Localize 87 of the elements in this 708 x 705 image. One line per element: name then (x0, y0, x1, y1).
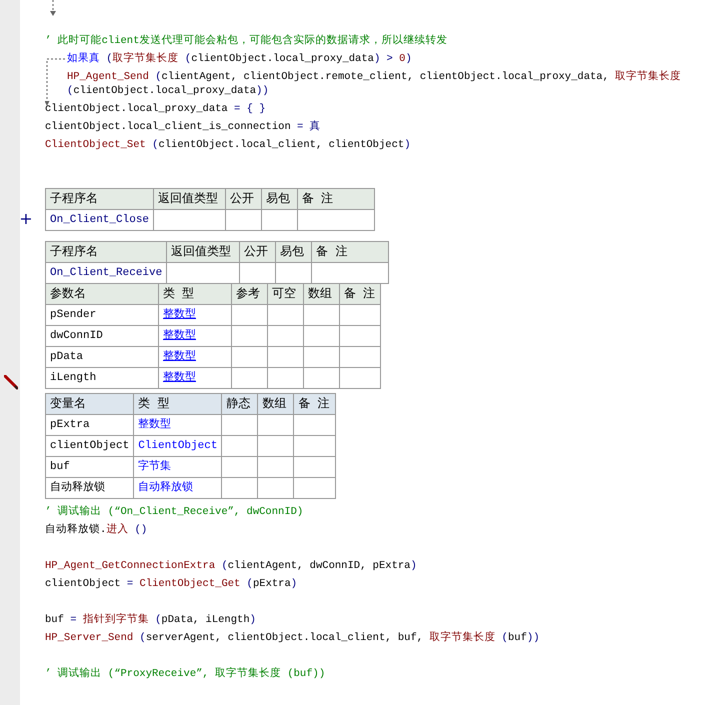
code-line: HP_Server_Send (serverAgent, clientObject.local_client, buf, 取字节集长度 (buf)) (45, 630, 540, 646)
header-cell: 备 注 (340, 284, 380, 304)
table-cell (222, 436, 258, 456)
table-cell (340, 368, 380, 388)
header-cell: 公开 (226, 188, 262, 210)
type-cell: 整数型 (158, 346, 232, 368)
table-cell (232, 368, 268, 388)
header-cell: 变量名 (46, 394, 134, 414)
name-cell: On_Client_Close (46, 210, 154, 230)
code-line: clientObject = ClientObject_Get (pExtra) (45, 577, 298, 592)
name-cell: On_Client_Receive (46, 262, 167, 284)
header-cell: 易包 (276, 242, 312, 262)
table-cell (268, 304, 304, 326)
type-cell: 字节集 (134, 456, 222, 478)
table-cell (232, 326, 268, 346)
header-cell: 数组 (258, 394, 294, 414)
header-cell: 备 注 (294, 394, 336, 414)
table-cell (258, 414, 294, 436)
header-cell: 类 型 (158, 284, 232, 304)
table-cell (268, 326, 304, 346)
name-cell: buf (46, 456, 134, 478)
header-cell: 子程序名 (46, 188, 154, 210)
table-cell (294, 414, 336, 436)
code-line: 如果真 (取字节集长度 (clientObject.local_proxy_data) > 0) (67, 51, 412, 67)
name-cell: 自动释放锁 (46, 478, 134, 498)
name-cell: pExtra (46, 414, 134, 436)
table-cell (258, 456, 294, 478)
name-cell: iLength (46, 368, 158, 388)
header-cell: 静态 (222, 394, 258, 414)
table-cell (262, 210, 298, 230)
pencil-icon (4, 375, 18, 390)
code-comment: ’ 此时可能client发送代理可能会粘包，可能包含实际的数据请求，所以继续转发 (45, 33, 448, 49)
table-cell (276, 262, 312, 284)
header-cell: 可空 (268, 284, 304, 304)
code-line: HP_Agent_GetConnectionExtra (clientAgent, dwConnID, pExtra) (45, 559, 417, 574)
table-cell (268, 368, 304, 388)
table-cell (340, 304, 380, 326)
type-cell: ClientObject (134, 436, 222, 456)
type-cell: 整数型 (134, 414, 222, 436)
table-cell (240, 262, 276, 284)
code-line: ClientObject_Set (clientObject.local_client, clientObject) (45, 138, 410, 153)
header-cell: 返回值类型 (166, 242, 240, 262)
header-cell: 类 型 (134, 394, 222, 414)
code-line: buf = 指针到字节集 (pData, iLength) (45, 612, 256, 628)
table-cell (222, 414, 258, 436)
table-cell (304, 368, 340, 388)
table-cell (304, 326, 340, 346)
table-cell (268, 346, 304, 368)
header-cell: 返回值类型 (154, 188, 226, 210)
table-cell (294, 436, 336, 456)
type-cell: 整数型 (158, 304, 232, 326)
table-cell (294, 456, 336, 478)
table-cell (222, 478, 258, 498)
table-cell (294, 478, 336, 498)
table-cell (258, 436, 294, 456)
name-cell: clientObject (46, 436, 134, 456)
name-cell: dwConnID (46, 326, 158, 346)
table-cell (340, 326, 380, 346)
table-cell (222, 456, 258, 478)
table-cell (232, 346, 268, 368)
name-cell: pSender (46, 304, 158, 326)
header-cell: 参数名 (46, 284, 158, 304)
header-cell: 备 注 (298, 188, 375, 210)
header-cell: 备 注 (312, 242, 389, 262)
header-cell: 数组 (304, 284, 340, 304)
name-cell: pData (46, 346, 158, 368)
table-cell (304, 304, 340, 326)
code-comment: ’ 调试输出 (“ProxyReceive”, 取字节集长度 (buf)) (45, 666, 326, 682)
table-cell (340, 346, 380, 368)
code-line: clientObject.local_client_is_connection = 真 (45, 119, 321, 135)
code-comment: ’ 调试输出 (“On_Client_Receive”, dwConnID) (45, 504, 304, 520)
table-cell (258, 478, 294, 498)
type-cell: 整数型 (158, 368, 232, 388)
header-cell: 易包 (262, 188, 298, 210)
header-cell: 参考 (232, 284, 268, 304)
header-cell: 子程序名 (46, 242, 167, 262)
header-cell: 公开 (240, 242, 276, 262)
table-cell (232, 304, 268, 326)
code-line: HP_Agent_Send (clientAgent, clientObject.remote_client, clientObject.local_proxy_data, 取字节集长度 (clientObject.local_proxy_data)) (67, 69, 682, 99)
table-cell (226, 210, 262, 230)
code-line: 自动释放锁.进入 () (45, 522, 148, 538)
type-cell: 自动释放锁 (134, 478, 222, 498)
code-line: clientObject.local_proxy_data = { } (45, 102, 266, 117)
flow-arrow-icon (50, 0, 56, 17)
expand-toggle[interactable]: + (19, 209, 33, 229)
table-cell (304, 346, 340, 368)
type-cell: 整数型 (158, 326, 232, 346)
